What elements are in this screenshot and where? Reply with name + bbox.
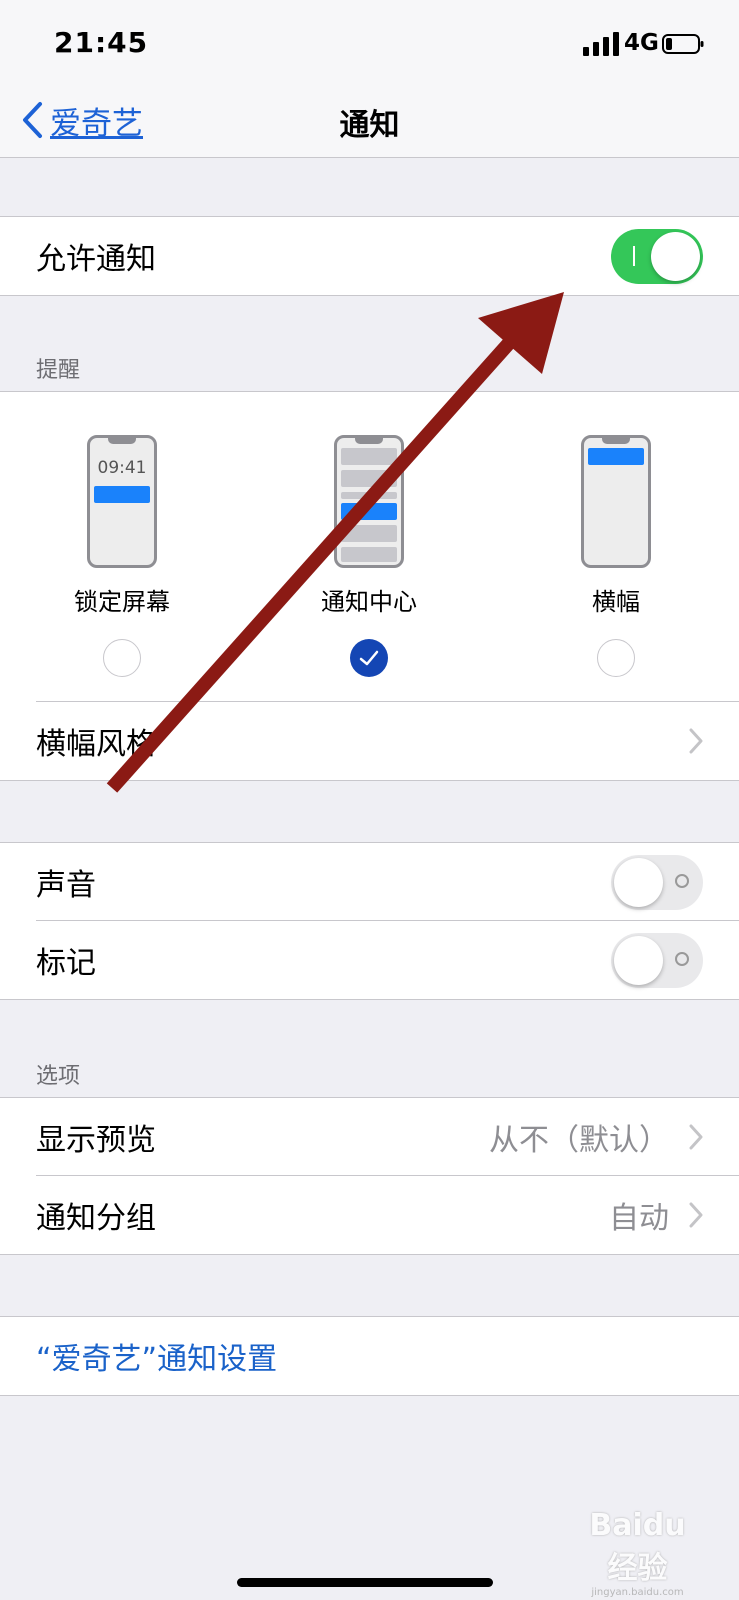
alerts-group: 09:41 锁定屏幕 通知中心 横幅 横幅风格 — [0, 391, 739, 781]
switch-knob — [614, 858, 663, 907]
lock-screen-time: 09:41 — [97, 458, 147, 478]
notification-center-radio[interactable] — [350, 639, 388, 677]
watermark-url: jingyan.baidu.com — [591, 1587, 684, 1598]
app-notification-settings-link[interactable]: “爱奇艺”通知设置 — [36, 1334, 277, 1378]
sounds-row: 声音 — [0, 843, 739, 921]
show-previews-value: 从不（默认） — [489, 1123, 669, 1158]
chevron-right-icon — [689, 1202, 703, 1228]
banner-style-label: 横幅风格 — [36, 727, 156, 762]
alerts-section-header: 提醒 — [36, 358, 81, 383]
options-group: 显示预览 从不（默认） 通知分组 自动 — [0, 1097, 739, 1255]
network-type: 4G — [624, 30, 659, 56]
banners-radio[interactable] — [597, 639, 635, 677]
notification-grouping-value: 自动 — [609, 1201, 669, 1236]
switch-off-indicator — [675, 874, 689, 888]
banners-label: 横幅 — [592, 588, 640, 616]
status-bar: 21:45 4G — [0, 0, 739, 90]
notification-grouping-label: 通知分组 — [36, 1201, 156, 1236]
lock-screen-radio[interactable] — [103, 639, 141, 677]
alert-option-notification-center[interactable]: 通知中心 — [279, 435, 459, 677]
allow-notifications-row: 允许通知 — [0, 217, 739, 295]
sounds-badges-group: 声音 标记 — [0, 842, 739, 1000]
switch-on-indicator — [633, 246, 635, 266]
chevron-right-icon — [689, 728, 703, 754]
alert-option-lock-screen[interactable]: 09:41 锁定屏幕 — [32, 435, 212, 677]
badges-switch[interactable] — [611, 933, 703, 988]
notification-center-label: 通知中心 — [321, 588, 417, 616]
notification-center-phone-icon — [334, 435, 404, 568]
allow-notifications-label: 允许通知 — [36, 242, 156, 277]
watermark-logo: Baidu经验 — [589, 1508, 686, 1586]
switch-knob — [651, 232, 700, 281]
show-previews-row[interactable]: 显示预览 从不（默认） — [0, 1098, 739, 1176]
home-indicator[interactable] — [237, 1578, 493, 1587]
battery-icon — [662, 34, 704, 54]
lock-screen-phone-icon: 09:41 — [87, 435, 157, 568]
sounds-switch[interactable] — [611, 855, 703, 910]
sounds-label: 声音 — [36, 868, 96, 903]
navigation-bar: 爱奇艺 通知 — [0, 90, 739, 158]
chevron-right-icon — [689, 1124, 703, 1150]
badges-label: 标记 — [36, 946, 96, 981]
badges-row: 标记 — [0, 921, 739, 999]
options-section-header: 选项 — [36, 1064, 81, 1089]
page-title: 通知 — [339, 108, 400, 143]
lock-screen-label: 锁定屏幕 — [74, 588, 170, 616]
switch-off-indicator — [675, 952, 689, 966]
app-settings-row[interactable]: “爱奇艺”通知设置 — [0, 1317, 739, 1395]
notification-grouping-row[interactable]: 通知分组 自动 — [0, 1176, 739, 1254]
alert-option-banners[interactable]: 横幅 — [526, 435, 706, 677]
cellular-signal-icon — [583, 32, 619, 56]
allow-notifications-group: 允许通知 — [0, 216, 739, 296]
banners-phone-icon — [581, 435, 651, 568]
app-settings-group: “爱奇艺”通知设置 — [0, 1316, 739, 1396]
show-previews-label: 显示预览 — [36, 1123, 156, 1158]
status-time: 21:45 — [54, 26, 149, 59]
allow-notifications-switch[interactable] — [611, 229, 703, 284]
checkmark-icon — [359, 650, 379, 666]
banner-style-row[interactable]: 横幅风格 — [0, 702, 739, 780]
switch-knob — [614, 936, 663, 985]
baidu-watermark: Baidu经验 jingyan.baidu.com — [575, 1508, 700, 1598]
